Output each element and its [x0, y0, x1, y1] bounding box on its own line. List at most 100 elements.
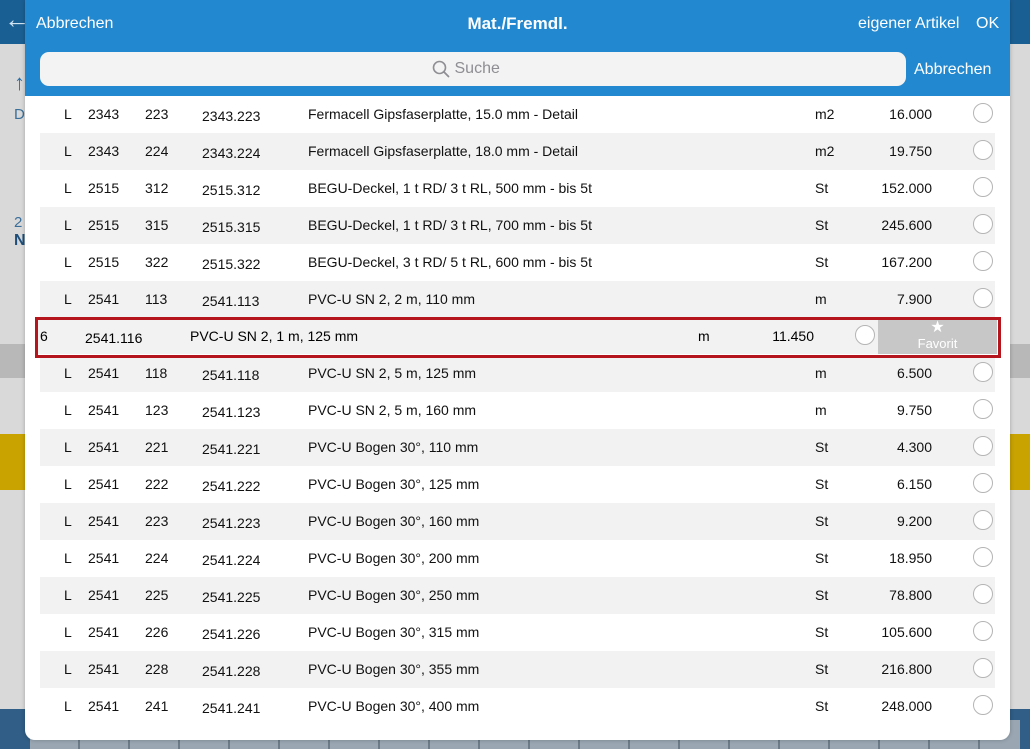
cancel-button[interactable]: Abbrechen: [36, 15, 113, 33]
row-group: 2541: [88, 587, 120, 603]
row-select-radio[interactable]: [973, 362, 993, 382]
row-code: 2541.221: [202, 441, 261, 457]
row-description: Fermacell Gipsfaserplatte, 15.0 mm - Det…: [308, 106, 578, 122]
row-code: 2541.226: [202, 626, 261, 642]
article-list[interactable]: L 2343 223 2343.223 Fermacell Gipsfaserplatt…: [40, 96, 995, 740]
row-group: 2541: [88, 513, 120, 529]
search-input[interactable]: [454, 60, 515, 78]
row-select-radio[interactable]: [973, 288, 993, 308]
table-row[interactable]: L 2541 223 2541.223 PVC-U Bogen 30°, 160 mm S…: [40, 503, 995, 540]
row-code: 2541.241: [202, 700, 261, 716]
table-row[interactable]: L 2541 225 2541.225 PVC-U Bogen 30°, 250 mm S…: [40, 577, 995, 614]
row-price: 167.200: [881, 254, 932, 270]
row-type: L: [64, 513, 72, 529]
row-sub: 322: [145, 254, 169, 270]
table-row[interactable]: L 2541 113 2541.113 PVC-U SN 2, 2 m, 110 mm m…: [40, 281, 995, 318]
row-group: 2515: [88, 254, 120, 270]
row-description: PVC-U Bogen 30°, 250 mm: [308, 587, 480, 603]
ok-button[interactable]: OK: [976, 15, 999, 33]
row-select-radio[interactable]: [855, 325, 875, 345]
table-row[interactable]: L 2541 221 2541.221 PVC-U Bogen 30°, 110 mm S…: [40, 429, 995, 466]
row-code: 2541.225: [202, 589, 261, 605]
table-row[interactable]: L 2541 228 2541.228 PVC-U Bogen 30°, 355 mm S…: [40, 651, 995, 688]
table-row[interactable]: L 2541 123 2541.123 PVC-U SN 2, 5 m, 160 mm m…: [40, 392, 995, 429]
row-select-radio[interactable]: [973, 621, 993, 641]
table-row[interactable]: L 2541 224 2541.224 PVC-U Bogen 30°, 200 mm S…: [40, 540, 995, 577]
row-price: 9.200: [896, 513, 932, 529]
row-price: 19.750: [889, 143, 932, 159]
row-price: 18.950: [889, 550, 932, 566]
search-cancel-button[interactable]: Abbrechen: [914, 61, 991, 79]
favorite-button[interactable]: ★ Favorit: [878, 317, 997, 354]
row-type: L: [64, 439, 72, 455]
row-type: L: [64, 254, 72, 270]
row-price: 105.600: [881, 624, 932, 640]
row-price: 11.450: [772, 328, 814, 344]
row-description: PVC-U Bogen 30°, 400 mm: [308, 698, 480, 714]
row-group: 2541: [88, 291, 120, 307]
row-select-radio[interactable]: [973, 510, 993, 530]
row-code: 2515.322: [202, 256, 261, 272]
row-unit: m: [815, 402, 827, 418]
material-picker-modal: Abbrechen Mat./Fremdl. eigener Artikel O…: [25, 0, 1010, 740]
row-price: 4.300: [896, 439, 932, 455]
row-unit: St: [815, 587, 829, 603]
row-select-radio[interactable]: [973, 103, 993, 123]
table-row[interactable]: L 2343 223 2343.223 Fermacell Gipsfaserplatt…: [40, 96, 995, 133]
table-row[interactable]: L 2541 226 2541.226 PVC-U Bogen 30°, 315 mm S…: [40, 614, 995, 651]
row-sub: 221: [145, 439, 169, 455]
row-code: 2541.224: [202, 552, 261, 568]
row-price: 152.000: [881, 180, 932, 196]
row-select-radio[interactable]: [973, 436, 993, 456]
row-select-radio[interactable]: [973, 177, 993, 197]
row-select-radio[interactable]: [973, 658, 993, 678]
background-text: 2: [14, 214, 23, 231]
row-select-radio[interactable]: [973, 547, 993, 567]
row-select-radio[interactable]: [973, 399, 993, 419]
row-select-radio[interactable]: [973, 584, 993, 604]
swiped-table-row[interactable]: 6 2541.116 PVC-U SN 2, 1 m, 125 mm m 11.…: [35, 317, 997, 354]
row-description: PVC-U Bogen 30°, 110 mm: [308, 439, 479, 455]
row-sub: 228: [145, 661, 169, 677]
table-row[interactable]: L 2515 322 2515.322 BEGU-Deckel, 3 t RD/ 5 t…: [40, 244, 995, 281]
row-sub: 241: [145, 698, 169, 714]
row-description: PVC-U SN 2, 1 m, 125 mm: [190, 328, 359, 344]
background-text: D: [14, 106, 25, 123]
row-select-radio[interactable]: [973, 473, 993, 493]
row-sub: 312: [145, 180, 169, 196]
own-article-button[interactable]: eigener Artikel: [858, 15, 959, 33]
row-group: 2541: [88, 402, 120, 418]
row-select-radio[interactable]: [973, 251, 993, 271]
row-group: 2541: [88, 661, 120, 677]
row-type: L: [64, 624, 72, 640]
row-code: 2515.312: [202, 182, 261, 198]
row-unit: St: [815, 254, 829, 270]
row-unit: St: [815, 698, 829, 714]
row-group: 2515: [88, 180, 120, 196]
row-select-radio[interactable]: [973, 140, 993, 160]
row-code: 2515.315: [202, 219, 261, 235]
row-price: 248.000: [881, 698, 932, 714]
search-field[interactable]: [40, 52, 906, 86]
row-unit: St: [815, 476, 829, 492]
row-group: 2541: [88, 698, 120, 714]
table-row[interactable]: L 2541 118 2541.118 PVC-U SN 2, 5 m, 125 mm m…: [40, 355, 995, 392]
row-type: L: [64, 106, 72, 122]
row-code: 2343.223: [202, 108, 261, 124]
row-unit: m: [698, 328, 710, 344]
row-select-radio[interactable]: [973, 214, 993, 234]
row-unit: St: [815, 661, 829, 677]
row-sub: 224: [145, 550, 169, 566]
table-row[interactable]: L 2343 224 2343.224 Fermacell Gipsfaserplatt…: [40, 133, 995, 170]
row-group: 2343: [88, 143, 120, 159]
row-type: L: [64, 143, 72, 159]
background-text: N: [14, 232, 26, 249]
table-row[interactable]: L 2515 312 2515.312 BEGU-Deckel, 1 t RD/ 3 t…: [40, 170, 995, 207]
row-type: L: [64, 291, 72, 307]
row-select-radio[interactable]: [973, 695, 993, 715]
table-row[interactable]: L 2541 241 2541.241 PVC-U Bogen 30°, 400 mm S…: [40, 688, 995, 725]
table-row[interactable]: L 2515 315 2515.315 BEGU-Deckel, 1 t RD/ 3 t…: [40, 207, 995, 244]
table-row[interactable]: L 2541 222 2541.222 PVC-U Bogen 30°, 125 mm S…: [40, 466, 995, 503]
row-type: L: [64, 698, 72, 714]
row-description: BEGU-Deckel, 1 t RD/ 3 t RL, 700 mm - bi…: [308, 217, 592, 233]
